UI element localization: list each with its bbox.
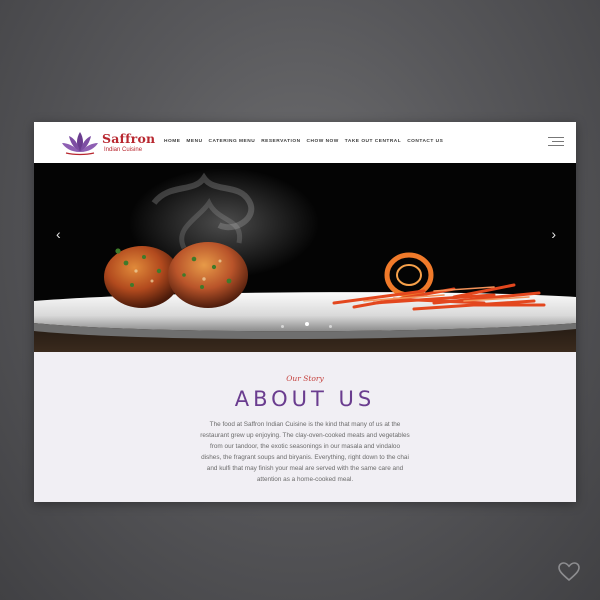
about-title: ABOUT US — [234, 387, 376, 411]
nav-item-menu[interactable]: MENU — [186, 139, 202, 144]
lotus-icon — [62, 132, 98, 156]
website-screenshot-frame: Saffron Indian Cuisine HOME MENU CATERIN… — [34, 122, 576, 502]
about-body: The food at Saffron Indian Cuisine is th… — [200, 421, 410, 484]
nav-item-chow-now[interactable]: CHOW NOW — [307, 139, 339, 144]
brand-logo[interactable]: Saffron Indian Cuisine — [60, 128, 180, 158]
nav-item-reservation[interactable]: RESERVATION — [261, 139, 300, 144]
slider-dot-active[interactable] — [305, 322, 309, 326]
nav-item-contact-us[interactable]: CONTACT US — [407, 139, 443, 144]
about-section: Our Story ABOUT US The food at Saffron I… — [34, 352, 576, 502]
nav-item-catering-menu[interactable]: CATERING MENU — [209, 139, 256, 144]
heart-icon[interactable] — [558, 562, 580, 582]
hero-slider: ‹ › — [34, 163, 576, 352]
main-nav: HOME MENU CATERING MENU RESERVATION CHOW… — [164, 139, 443, 144]
slider-dot[interactable] — [329, 325, 332, 328]
slider-dot[interactable] — [281, 325, 284, 328]
about-eyebrow: Our Story — [286, 374, 324, 383]
slider-pagination — [281, 322, 335, 331]
brand-subtitle: Indian Cuisine — [104, 147, 143, 153]
brand-name: Saffron — [102, 131, 156, 146]
nav-item-home[interactable]: HOME — [164, 139, 180, 144]
nav-item-take-out-central[interactable]: TAKE OUT CENTRAL — [345, 139, 401, 144]
hamburger-icon[interactable] — [548, 136, 564, 148]
site-header: Saffron Indian Cuisine HOME MENU CATERIN… — [34, 122, 576, 163]
chevron-right-icon[interactable]: › — [551, 227, 556, 241]
chevron-left-icon[interactable]: ‹ — [56, 227, 61, 241]
